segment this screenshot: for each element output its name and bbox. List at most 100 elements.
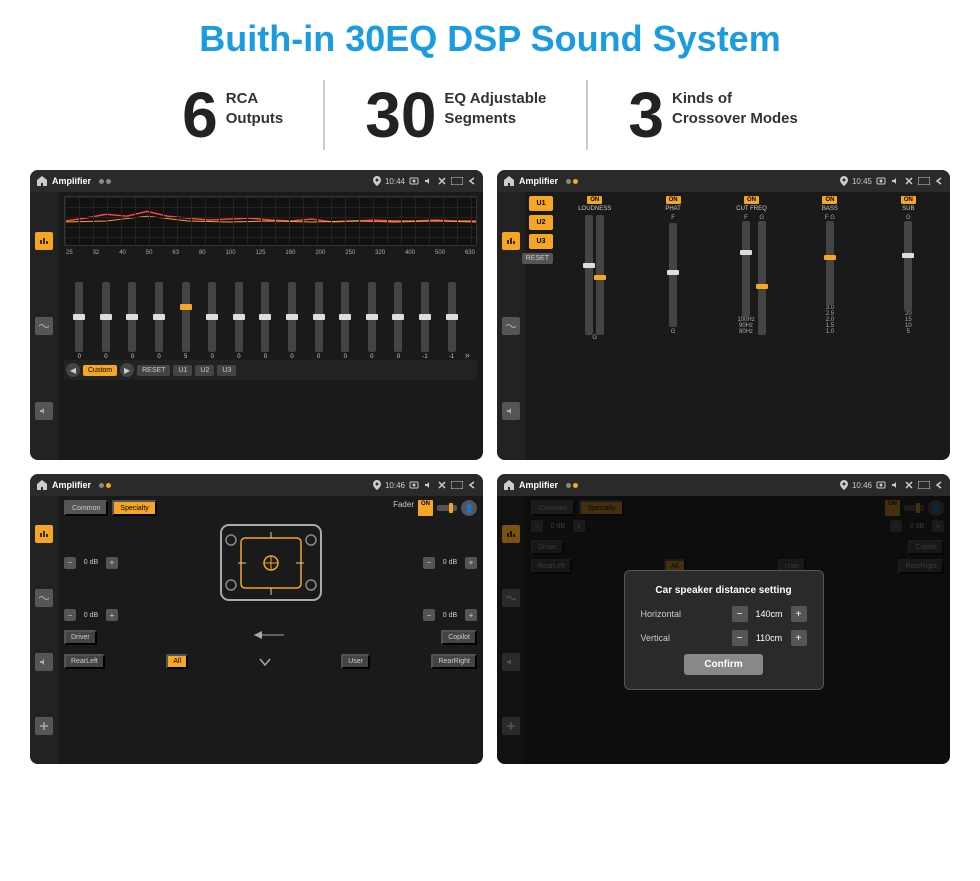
rearright-btn[interactable]: RearRight [431,654,477,669]
screen2-content: U1 U2 U3 RESET ON LOUDNESS G [497,192,950,460]
reset-crossover[interactable]: RESET [522,253,553,264]
eq-icon-2[interactable] [502,232,520,250]
vol4-minus[interactable]: − [423,609,435,621]
camera-icon-4 [876,480,886,490]
tab-common[interactable]: Common [64,500,108,516]
copilot-btn[interactable]: Copilot [441,630,477,645]
u3-crossover[interactable]: U3 [529,234,553,249]
vol4-plus[interactable]: + [465,609,477,621]
u2-btn[interactable]: U2 [195,365,214,376]
x-icon-4 [904,480,914,490]
u2-crossover[interactable]: U2 [529,215,553,230]
screen-fader: Amplifier 10:46 [30,474,483,764]
horizontal-minus[interactable]: − [732,606,748,622]
screen3-bottom: Driver Copilot [64,625,477,650]
speaker-sidebar-icon-2[interactable] [502,402,520,420]
fader-label: Fader [393,500,414,516]
ctrl-loudness: ON LOUDNESS G [557,196,632,456]
vol1-minus[interactable]: − [64,557,76,569]
arrows-icon[interactable] [35,717,53,735]
distance-dialog: Car speaker distance setting Horizontal … [624,570,824,690]
stat-crossover-number: 3 [628,83,664,147]
custom-btn[interactable]: Custom [83,365,117,376]
stat-rca-label: RCAOutputs [226,89,284,128]
vol1-plus[interactable]: + [106,557,118,569]
all-btn[interactable]: All [166,654,188,669]
screen-crossover: Amplifier 10:45 [497,170,950,460]
dot1 [99,179,104,184]
stat-eq-number: 30 [365,83,436,147]
vertical-plus[interactable]: + [791,630,807,646]
slider-14: -1 [412,282,439,360]
user-btn[interactable]: User [341,654,370,669]
on-phat[interactable]: ON [666,196,681,204]
screen2-topbar: Amplifier 10:45 [497,170,950,192]
stat-eq-label: EQ AdjustableSegments [444,89,546,128]
confirm-button[interactable]: Confirm [684,654,762,675]
wave-icon-2[interactable] [502,317,520,335]
eq-icon-3[interactable] [35,525,53,543]
wave-icon[interactable] [35,317,53,335]
wave-icon-3[interactable] [35,589,53,607]
rearleft-btn[interactable]: RearLeft [64,654,105,669]
dot3 [566,179,571,184]
back-icon-2 [934,176,944,186]
fader-on[interactable]: ON [418,500,433,516]
screen-eq-sliders: Amplifier 10:44 [30,170,483,460]
prev-btn[interactable]: ◀ [66,363,80,377]
location-icon [373,176,381,186]
slider-3: 0 [119,282,146,360]
on-bass[interactable]: ON [822,196,837,204]
screen3-content: Common Specialty Fader ON 👤 − [30,496,483,764]
window-icon-4 [918,481,930,489]
vol2-plus[interactable]: + [465,557,477,569]
slider-6: 0 [199,282,226,360]
home-icon-2 [503,175,515,187]
vertical-value: 110cm [752,633,787,643]
screen1-title: Amplifier [52,176,91,186]
arrow-left-icon [244,625,294,645]
on-cutfreq[interactable]: ON [744,196,759,204]
u1-btn[interactable]: U1 [173,365,192,376]
vol3-minus[interactable]: − [64,609,76,621]
slider-2: 0 [93,282,120,360]
volume-icon-3 [423,480,433,490]
eq-icon[interactable] [35,232,53,250]
u3-btn[interactable]: U3 [217,365,236,376]
dot6 [106,483,111,488]
stat-crossover-label: Kinds ofCrossover Modes [672,89,798,128]
reset-btn[interactable]: RESET [137,365,170,376]
volume-icon-2 [890,176,900,186]
location-icon-3 [373,480,381,490]
next-btn[interactable]: ▶ [120,363,134,377]
screen3-topbar: Amplifier 10:46 [30,474,483,496]
speaker-sidebar-icon[interactable] [35,402,53,420]
vertical-minus[interactable]: − [732,630,748,646]
user-icon: 👤 [461,500,477,516]
ctrl-cutfreq: ON CUT FREQ F 100Hz 90Hz 80Hz G [714,196,789,456]
on-sub[interactable]: ON [901,196,916,204]
tab-specialty[interactable]: Specialty [112,500,156,516]
screens-grid: Amplifier 10:44 [0,160,980,774]
eq-graph [64,196,477,246]
home-icon-4 [503,479,515,491]
more-icon: » [465,350,475,360]
ctrl-bass: ON BASS F G 3.0 2.5 2.0 1.5 1.0 [792,196,867,456]
vol1-val: 0 dB [79,559,103,566]
screen4-title: Amplifier [519,480,558,490]
car-diagram [216,520,326,605]
vol-row-1: − 0 dB + [64,520,477,605]
window-icon-2 [918,177,930,185]
eq-bottom-bar: ◀ Custom ▶ RESET U1 U2 U3 [64,360,477,380]
location-icon-2 [840,176,848,186]
vol4-val: 0 dB [438,612,462,619]
horizontal-plus[interactable]: + [791,606,807,622]
speaker-sidebar-icon-3[interactable] [35,653,53,671]
driver-btn[interactable]: Driver [64,630,97,645]
fader-slider[interactable] [437,505,457,511]
on-loudness[interactable]: ON [587,196,602,204]
vol2-val: 0 dB [438,559,462,566]
u1-crossover[interactable]: U1 [529,196,553,211]
vol3-plus[interactable]: + [106,609,118,621]
vol2-minus[interactable]: − [423,557,435,569]
